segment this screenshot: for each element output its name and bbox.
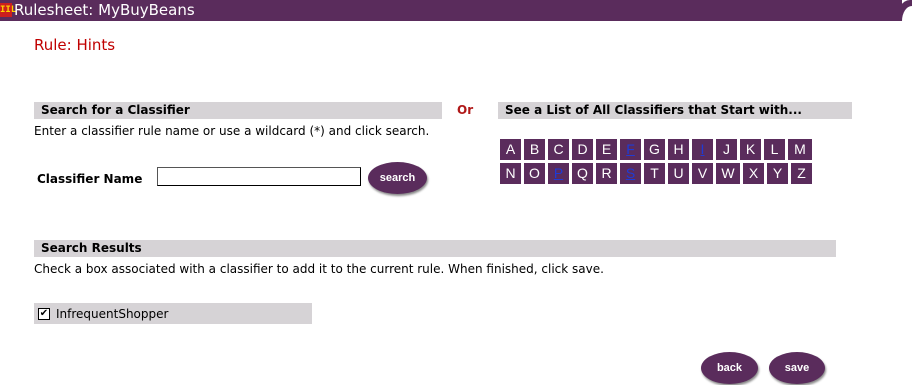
search-instructions: Enter a classifier rule name or use a wi… xyxy=(34,124,430,138)
letter-w-button: W xyxy=(716,163,740,184)
letter-label: V xyxy=(697,165,708,181)
letter-label: Y xyxy=(772,165,783,181)
results-section-header: Search Results xyxy=(34,240,836,257)
letter-f-button[interactable]: F xyxy=(620,139,641,160)
letter-row: ABCDEFGHI JKLM xyxy=(500,139,850,160)
letter-label: F xyxy=(626,141,635,157)
letter-label: E xyxy=(601,141,612,157)
letter-g-button: G xyxy=(644,139,665,160)
letter-label: Q xyxy=(577,165,588,181)
letter-list-header: See a List of All Classifiers that Start… xyxy=(498,102,852,119)
letter-label: M xyxy=(794,141,806,157)
letter-b-button: B xyxy=(524,139,545,160)
letter-t-button: T xyxy=(644,163,665,184)
letter-label: Z xyxy=(797,165,806,181)
letter-label: A xyxy=(505,141,516,157)
letter-label: D xyxy=(577,141,588,157)
letter-label: W xyxy=(721,165,735,181)
letter-o-button: O xyxy=(524,163,545,184)
letter-m-button: M xyxy=(788,139,812,160)
letter-label: H xyxy=(673,141,684,157)
letter-s-button[interactable]: S xyxy=(620,163,641,184)
letter-k-button: K xyxy=(740,139,761,160)
letter-h-button: H xyxy=(668,139,689,160)
letter-l-button: L xyxy=(764,139,785,160)
letter-label: O xyxy=(529,165,540,181)
result-item[interactable]: ✔ InfrequentShopper xyxy=(34,303,312,324)
letter-n-button: N xyxy=(500,163,521,184)
letter-label: L xyxy=(770,141,779,157)
app-logo-icon: IIL xyxy=(0,3,17,17)
letter-v-button: V xyxy=(692,163,713,184)
letter-label: N xyxy=(505,165,516,181)
classifier-name-input[interactable] xyxy=(157,167,361,186)
letter-r-button: R xyxy=(596,163,617,184)
letter-d-button: D xyxy=(572,139,593,160)
letter-label: K xyxy=(745,141,756,157)
letter-label: U xyxy=(673,165,684,181)
result-label: InfrequentShopper xyxy=(56,306,169,321)
letter-row: NOPQRSTUVWXYZ xyxy=(500,163,850,184)
letter-x-button: X xyxy=(743,163,764,184)
classifier-name-label: Classifier Name xyxy=(37,172,143,186)
letter-u-button: U xyxy=(668,163,689,184)
letter-label: T xyxy=(650,165,659,181)
letter-c-button: C xyxy=(548,139,569,160)
letter-label: J xyxy=(723,141,730,157)
rulesheet-title: Rulesheet: MyBuyBeans xyxy=(14,1,195,19)
letter-y-button: Y xyxy=(767,163,788,184)
letter-i-button[interactable]: I xyxy=(692,139,713,160)
letter-q-button: Q xyxy=(572,163,593,184)
letter-a-button: A xyxy=(500,139,521,160)
result-checkbox[interactable]: ✔ xyxy=(38,307,50,320)
letter-label: C xyxy=(553,141,564,157)
or-label: Or xyxy=(457,103,474,117)
letter-grid: ABCDEFGHI JKLM NOPQRSTUVWXYZ xyxy=(500,139,850,187)
page-title: Rule: Hints xyxy=(34,36,116,54)
letter-p-button[interactable]: P xyxy=(548,163,569,184)
letter-label: P xyxy=(553,165,564,181)
letter-label: B xyxy=(529,141,540,157)
search-button[interactable]: search xyxy=(368,162,427,194)
letter-label: G xyxy=(649,141,660,157)
letter-label: S xyxy=(625,165,636,181)
letter-label: I xyxy=(700,141,705,157)
app-title-bar: IIL Rulesheet: MyBuyBeans xyxy=(0,0,902,21)
letter-e-button: E xyxy=(596,139,617,160)
letter-j-button: J xyxy=(716,139,737,160)
search-section-header: Search for a Classifier xyxy=(34,102,442,119)
save-button[interactable]: save xyxy=(769,352,825,384)
letter-z-button: Z xyxy=(791,163,812,184)
letter-label: X xyxy=(748,165,759,181)
letter-label: R xyxy=(601,165,612,181)
back-button[interactable]: back xyxy=(701,352,758,384)
results-instructions: Check a box associated with a classifier… xyxy=(34,262,604,276)
